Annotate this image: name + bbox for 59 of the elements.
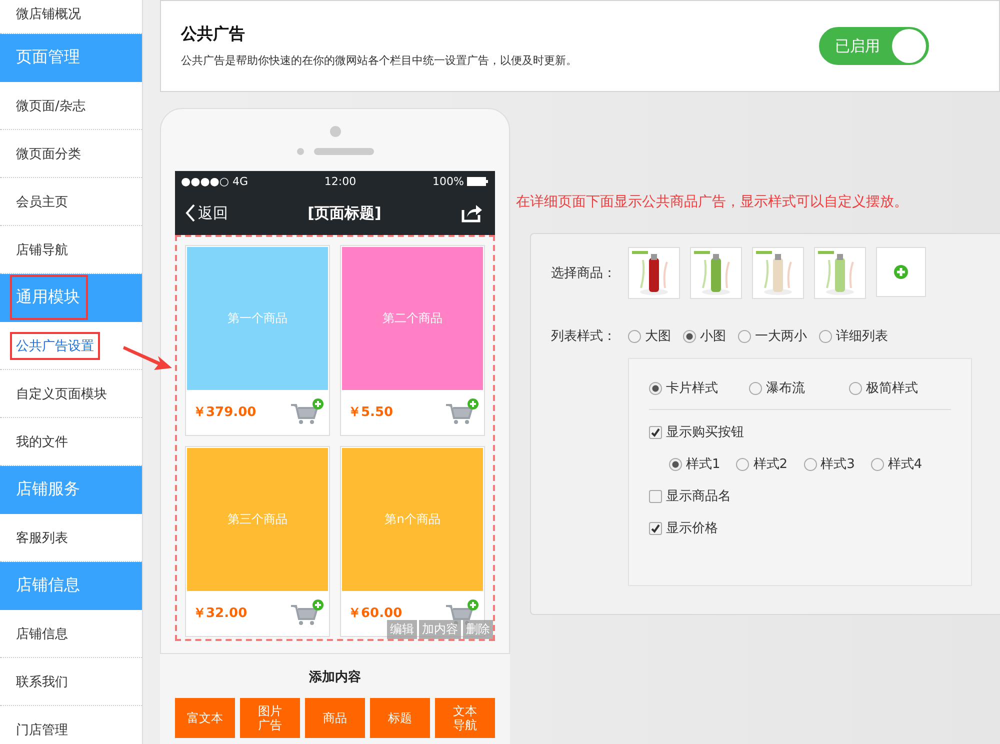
product-price: ￥379.00 bbox=[193, 404, 256, 421]
radio-option[interactable]: 样式3 bbox=[804, 455, 855, 473]
add-content-title: 添加内容 bbox=[309, 668, 361, 686]
sensor-icon bbox=[296, 148, 304, 155]
radio-option[interactable]: 卡片样式 bbox=[649, 379, 749, 397]
sidebar-item[interactable]: 微页面/杂志 bbox=[10, 92, 92, 120]
product-name: 第三个商品 bbox=[228, 511, 288, 528]
add-to-cart-icon[interactable] bbox=[290, 398, 324, 426]
battery-text: 100% bbox=[432, 174, 464, 188]
sidebar-item[interactable]: 自定义页面模块 bbox=[10, 380, 113, 408]
camera-icon bbox=[330, 126, 340, 137]
page-description: 公共广告是帮助你快速的在你的微网站各个栏目中统一设置广告，以便及时更新。 bbox=[181, 53, 577, 68]
radio-option[interactable]: 小图 bbox=[683, 327, 726, 345]
radio-option[interactable]: 大图 bbox=[628, 327, 671, 345]
product-price: ￥60.00 bbox=[348, 605, 402, 622]
back-button[interactable]: 返回 bbox=[185, 204, 228, 222]
product-name: 第二个商品 bbox=[382, 310, 442, 327]
share-icon[interactable] bbox=[461, 203, 483, 223]
add-to-cart-icon[interactable] bbox=[290, 599, 324, 627]
sidebar-item[interactable]: 会员主页 bbox=[10, 188, 74, 216]
chevron-left-icon bbox=[185, 204, 195, 222]
product-name: 第n个商品 bbox=[384, 511, 440, 528]
sidebar-item[interactable]: 门店管理 bbox=[10, 716, 74, 744]
field-label: 列表样式： bbox=[551, 328, 616, 345]
radio-option[interactable]: 样式2 bbox=[736, 455, 788, 473]
sidebar-item[interactable]: 公共广告设置 bbox=[10, 332, 100, 360]
checkbox[interactable] bbox=[649, 490, 662, 502]
radio-option[interactable]: 样式4 bbox=[870, 455, 922, 473]
checkbox-option[interactable]: 显示商品名 bbox=[649, 487, 951, 505]
page-title: 公共广告 bbox=[181, 24, 246, 45]
sidebar-item[interactable]: 我的文件 bbox=[10, 428, 74, 456]
sidebar-item[interactable]: 微页面分类 bbox=[10, 140, 87, 168]
plus-icon bbox=[894, 265, 908, 279]
checkbox-option[interactable]: 显示价格 bbox=[649, 519, 951, 537]
product-price: ￥32.00 bbox=[193, 605, 248, 622]
sidebar-item[interactable]: 客服列表 bbox=[10, 524, 74, 552]
signal-text: ●●●●○ 4G bbox=[181, 174, 248, 188]
checkbox-option[interactable]: 显示购买按钮 bbox=[649, 423, 951, 441]
product-price: ￥5.50 bbox=[348, 404, 394, 421]
annotation-text: 在详细页面下面显示公共商品广告，显示样式可以自定义摆放。 bbox=[516, 193, 909, 211]
sidebar-item[interactable]: 微店铺概况 bbox=[10, 0, 87, 28]
radio-option[interactable]: 极简样式 bbox=[849, 379, 949, 397]
radio-option[interactable]: 瀑布流 bbox=[749, 379, 849, 397]
sidebar-item[interactable]: 联系我们 bbox=[10, 668, 74, 696]
checkbox[interactable] bbox=[649, 522, 662, 534]
checkbox[interactable] bbox=[649, 426, 662, 438]
radio-option[interactable]: 一大两小 bbox=[738, 327, 807, 345]
field-label: 选择商品： bbox=[551, 265, 617, 282]
radio-option[interactable]: 样式1 bbox=[669, 455, 720, 473]
sidebar-item[interactable]: 店铺信息 bbox=[10, 620, 74, 648]
sidebar-item[interactable]: 店铺导航 bbox=[10, 236, 74, 264]
screen-title: [页面标题] bbox=[308, 204, 382, 222]
radio-option[interactable]: 详细列表 bbox=[819, 327, 888, 345]
add-product-button[interactable] bbox=[876, 247, 926, 297]
product-name: 第一个商品 bbox=[228, 310, 288, 327]
clock-text: 12:00 bbox=[324, 174, 356, 188]
battery-icon bbox=[466, 176, 489, 186]
speaker-icon bbox=[314, 148, 374, 155]
add-to-cart-icon[interactable] bbox=[445, 398, 479, 426]
